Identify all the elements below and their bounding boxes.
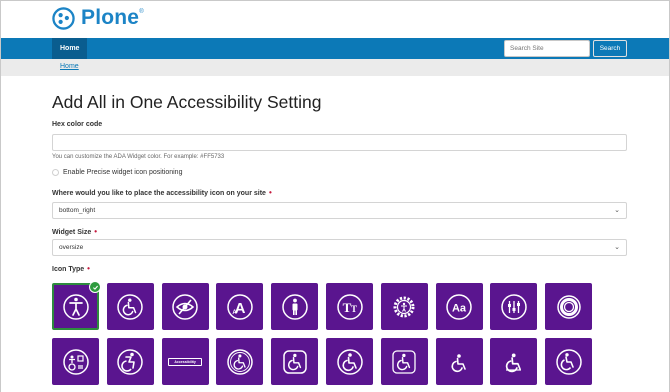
widget-size-label: Widget Size • [52, 227, 98, 236]
svg-text:A: A [232, 310, 237, 316]
icon-type-option[interactable] [490, 283, 538, 330]
required-marker: • [94, 227, 98, 236]
icon-type-option[interactable] [52, 338, 99, 385]
accessibility-text-bar-icon: Accessibility [168, 357, 203, 366]
icon-type-option[interactable] [216, 338, 264, 385]
low-vision-eye-icon [172, 293, 198, 320]
icon-type-option[interactable] [380, 338, 428, 385]
icon-type-option[interactable] [545, 283, 593, 330]
wheelchair-thin-icon [451, 353, 466, 372]
gear-figure-icon [393, 296, 415, 317]
icon-type-option[interactable] [271, 338, 319, 385]
position-select[interactable]: bottom_right ⌄ [52, 202, 627, 219]
wheelchair-alt-icon [392, 349, 416, 374]
icon-type-option[interactable] [490, 338, 538, 385]
search-button[interactable]: Search [593, 40, 627, 57]
widget-size-select-value: oversize [59, 244, 84, 251]
position-label: Where would you like to place the access… [52, 188, 272, 197]
required-marker: • [268, 188, 272, 197]
hex-color-field[interactable] [52, 134, 627, 151]
accessibility-figure-circle-icon [62, 293, 89, 320]
precise-positioning-checkbox[interactable] [52, 169, 59, 176]
chevron-down-icon: ⌄ [614, 207, 620, 214]
wheelchair-circle-outline-icon [227, 348, 253, 375]
required-marker: • [87, 264, 90, 273]
wheelchair-square-icon [282, 349, 307, 374]
page-frame: Plone® Home Search Home Add All in One A… [0, 0, 670, 392]
svg-text:Aa: Aa [452, 302, 467, 314]
hex-color-label: Hex color code [52, 121, 103, 128]
icon-type-option[interactable]: AA [216, 283, 264, 330]
brand-name: Plone® [81, 6, 144, 29]
standing-person-icon [281, 293, 308, 320]
icon-type-option[interactable] [435, 338, 483, 385]
text-tt-icon: TT [336, 293, 363, 320]
life-ring-icon [556, 294, 581, 319]
icon-type-option[interactable]: Aa [435, 283, 483, 330]
wheelchair-push-icon [555, 348, 582, 375]
breadcrumb-home-link[interactable]: Home [60, 63, 79, 70]
dynamic-wheelchair-icon [117, 348, 144, 375]
nav-item-home[interactable]: Home [52, 38, 88, 59]
aa-font-icon: Aa [446, 293, 472, 320]
icon-type-option[interactable] [52, 281, 101, 330]
main-nav: Home Search [1, 38, 669, 59]
position-select-value: bottom_right [59, 207, 96, 214]
plone-logo-icon [52, 6, 75, 30]
hex-color-help: You can customize the ADA Widget color. … [52, 154, 225, 160]
wheelchair-plain-icon [336, 348, 363, 375]
icon-type-option[interactable] [106, 283, 154, 330]
search-input[interactable] [504, 40, 590, 57]
widget-size-select[interactable]: oversize ⌄ [52, 239, 627, 256]
breadcrumb: Home [1, 59, 669, 76]
svg-text:T: T [350, 304, 356, 314]
precise-positioning-label: Enable Precise widget icon positioning [63, 169, 183, 176]
wheelchair-circle-icon [117, 293, 144, 320]
checkmark-icon [89, 281, 101, 293]
icon-type-option[interactable] [271, 283, 319, 330]
precise-positioning-row[interactable]: Enable Precise widget icon positioning [52, 169, 182, 176]
icon-type-option[interactable] [380, 283, 428, 330]
page-title: Add All in One Accessibility Setting [52, 92, 322, 112]
site-logo[interactable]: Plone® [52, 6, 144, 30]
chevron-down-icon: ⌄ [614, 244, 620, 251]
wheelchair-bold-icon [505, 352, 521, 372]
icon-type-option[interactable] [545, 338, 593, 385]
sliders-icon [501, 293, 527, 320]
icon-type-option[interactable]: TT [326, 283, 373, 330]
icon-type-option[interactable]: Accessibility [161, 338, 209, 385]
icon-type-option[interactable] [106, 338, 154, 385]
icon-type-label: Icon Type • [52, 264, 90, 273]
accessibility-tools-icon [62, 348, 89, 375]
icon-type-option[interactable] [161, 283, 209, 330]
text-size-a-icon: AA [227, 293, 253, 320]
icon-type-option[interactable] [326, 338, 373, 385]
